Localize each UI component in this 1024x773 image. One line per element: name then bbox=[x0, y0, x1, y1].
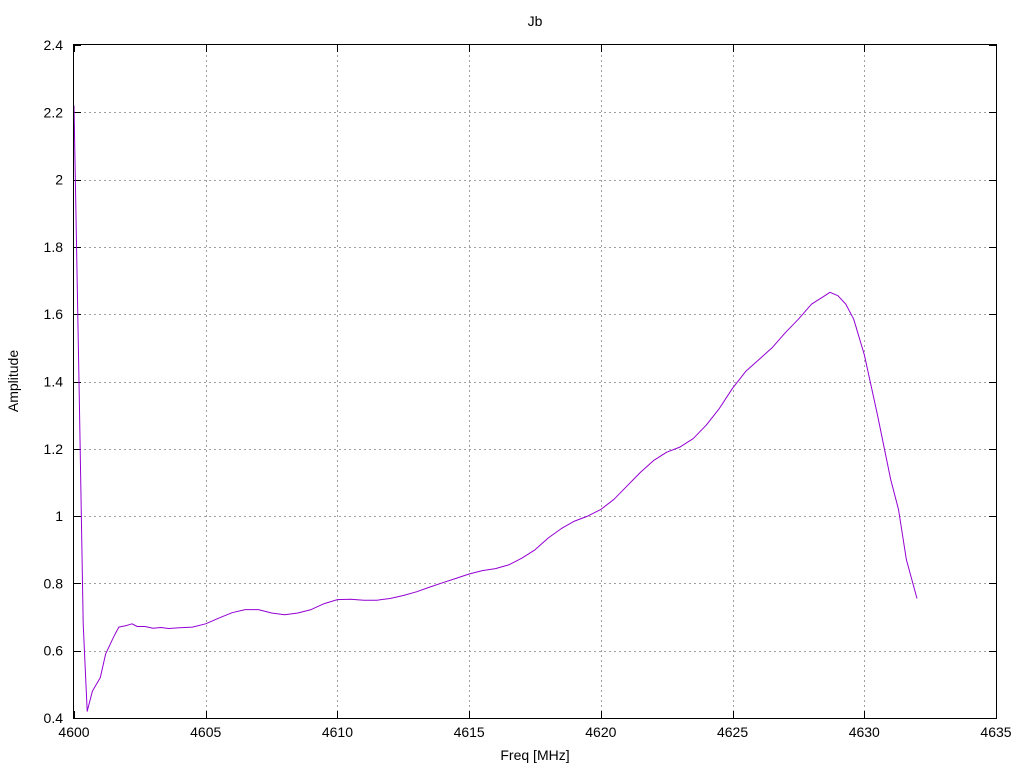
y-tick-label: 1.6 bbox=[44, 306, 64, 322]
tick-marks bbox=[74, 45, 997, 719]
x-tick-label: 4610 bbox=[322, 724, 353, 740]
y-tick-label: 0.6 bbox=[44, 643, 64, 659]
y-tick-label: 1.8 bbox=[44, 239, 64, 255]
x-tick-label: 4630 bbox=[849, 724, 880, 740]
series-layer bbox=[73, 105, 918, 712]
y-tick-label: 1 bbox=[55, 508, 63, 524]
x-tick-label: 4615 bbox=[454, 724, 485, 740]
y-tick-label: 1.4 bbox=[44, 374, 64, 390]
y-tick-label: 2.4 bbox=[44, 37, 64, 53]
x-tick-label: 4620 bbox=[585, 724, 616, 740]
y-tick-label: 0.8 bbox=[44, 575, 64, 591]
y-tick-labels: 0.4 0.6 0.8 1 1.2 1.4 1.6 1.8 2 2.2 2.4 bbox=[44, 37, 64, 726]
x-tick-label: 4635 bbox=[980, 724, 1011, 740]
y-tick-label: 0.4 bbox=[44, 710, 64, 726]
y-tick-label: 1.2 bbox=[44, 441, 64, 457]
y-axis-label: Amplitude bbox=[5, 350, 21, 412]
plot-frame bbox=[73, 44, 997, 719]
chart-container: 4600 4605 4610 4615 4620 4625 4630 4635 0.4 0.6 0… bbox=[0, 0, 1024, 768]
x-tick-labels: 4600 4605 4610 4615 4620 4625 4630 4635 bbox=[58, 724, 1011, 740]
x-tick-label: 4605 bbox=[190, 724, 221, 740]
x-tick-label: 4600 bbox=[58, 724, 89, 740]
y-tick-label: 2 bbox=[55, 172, 63, 188]
grid-lines bbox=[74, 45, 996, 718]
amplitude-series-line bbox=[73, 105, 918, 712]
line-chart: 4600 4605 4610 4615 4620 4625 4630 4635 0.40.60… bbox=[5, 13, 1012, 763]
y-tick-label: 2.2 bbox=[44, 104, 64, 120]
x-tick-label: 4625 bbox=[717, 724, 748, 740]
chart-title: Jb bbox=[528, 13, 543, 29]
x-axis-label: Freq [MHz] bbox=[500, 747, 569, 763]
